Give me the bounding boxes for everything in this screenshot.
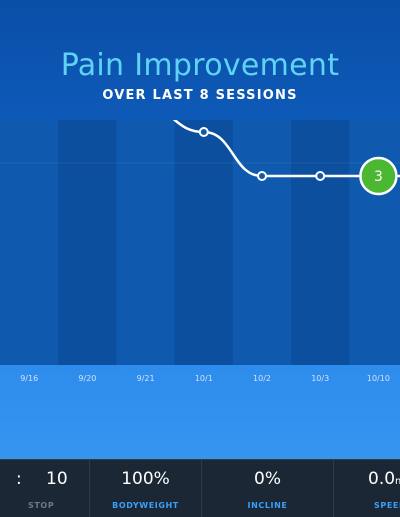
- grid-band: [175, 120, 233, 365]
- bodyweight-control[interactable]: 100% BODYWEIGHT: [90, 460, 202, 517]
- control-toolbar: : 10 STOP 100% BODYWEIGHT 0% INCLINE 0.0…: [0, 459, 400, 517]
- bodyweight-label: BODYWEIGHT: [90, 501, 201, 510]
- timer-value: 10: [46, 469, 68, 489]
- grid-band: [117, 120, 175, 365]
- x-axis-band: 9/16 9/20 9/21 10/1 10/2 10/3 10/10: [0, 365, 400, 459]
- chart-subtitle: OVER LAST 8 SESSIONS: [0, 88, 400, 103]
- x-tick-label: 10/1: [195, 374, 213, 383]
- x-tick-label: 10/3: [311, 374, 329, 383]
- timer-stop-control[interactable]: : 10 STOP: [0, 460, 90, 517]
- data-point[interactable]: [200, 128, 208, 136]
- chart-title: Pain Improvement: [0, 48, 400, 83]
- chart-header: Pain Improvement OVER LAST 8 SESSIONS: [0, 0, 400, 120]
- highlight-label: 3: [374, 169, 383, 185]
- x-tick-label: 9/20: [78, 374, 96, 383]
- incline-label: INCLINE: [202, 501, 333, 510]
- speed-value: 0.0: [368, 469, 395, 489]
- speed-unit: m: [395, 476, 400, 487]
- grid-band: [233, 120, 291, 365]
- data-point[interactable]: [258, 172, 266, 180]
- incline-control[interactable]: 0% INCLINE: [202, 460, 334, 517]
- x-tick-label: 10/2: [253, 374, 271, 383]
- x-tick-label: 9/16: [20, 374, 38, 383]
- speed-label: SPEED: [374, 501, 400, 510]
- data-point[interactable]: [316, 172, 324, 180]
- grid-band: [58, 120, 116, 365]
- stop-label: STOP: [28, 501, 54, 510]
- x-tick-label: 9/21: [137, 374, 155, 383]
- x-tick-label: 10/10: [367, 374, 390, 383]
- speed-control[interactable]: 0.0m SPEED: [334, 460, 400, 517]
- pain-chart: 3: [0, 120, 400, 365]
- bodyweight-value: 100%: [90, 469, 201, 489]
- grid-band: [0, 120, 58, 365]
- timer-separator: :: [16, 469, 22, 489]
- grid-band: [291, 120, 349, 365]
- incline-value: 0%: [202, 469, 333, 489]
- grid-band: [349, 120, 400, 365]
